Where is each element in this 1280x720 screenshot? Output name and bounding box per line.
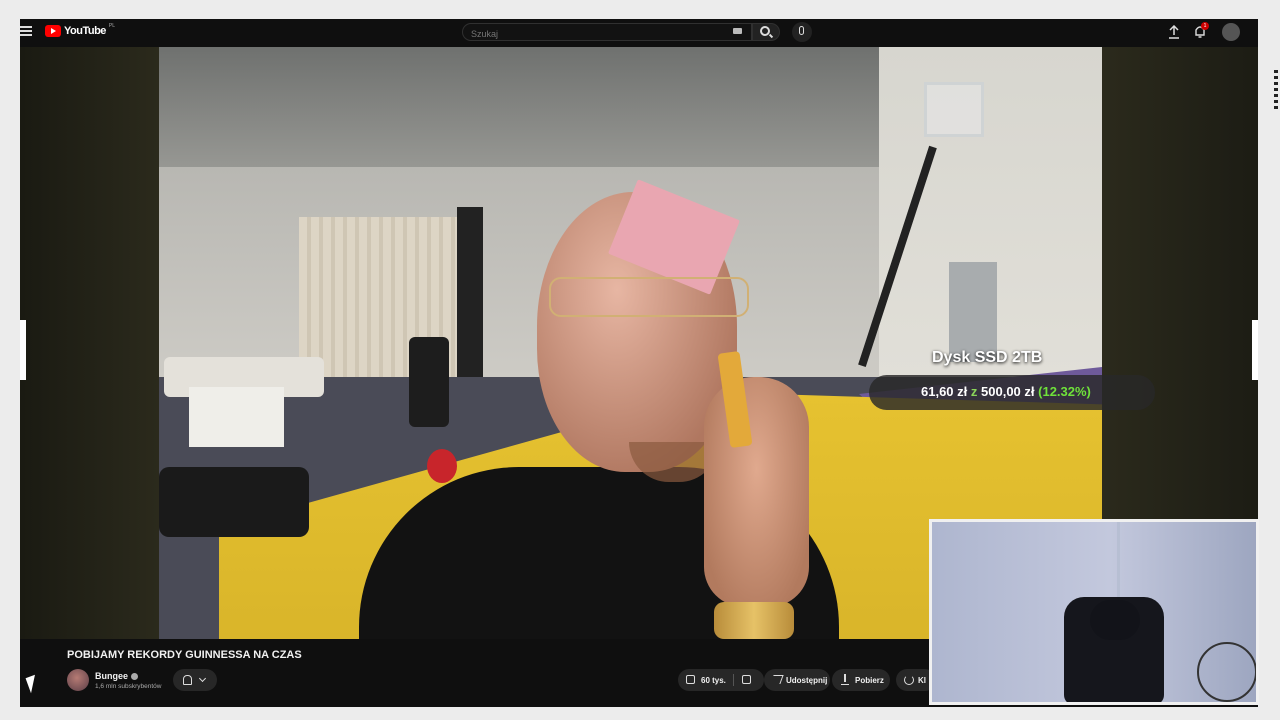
share-icon [770,675,784,684]
thumbs-down-icon[interactable] [742,675,751,684]
donation-goal-title: Dysk SSD 2TB [932,349,1043,366]
youtube-play-icon [45,25,61,37]
glasses [549,277,749,317]
notification-badge: 1 [1201,22,1209,30]
gold-watch [714,602,794,639]
webcam-overlay [929,519,1259,705]
subscription-bell-button[interactable] [173,669,217,691]
red-balloon [427,449,457,483]
scene-door [949,262,997,362]
scene-bag [159,467,309,537]
voice-search-button[interactable] [792,22,812,42]
mic-icon [799,26,804,35]
right-edge-handle [1252,320,1258,380]
scene-table [189,387,284,447]
menu-icon[interactable] [20,26,32,36]
download-button[interactable]: Pobierz [832,669,890,691]
clip-label: Kl [918,676,926,685]
bell-icon [183,675,192,685]
donation-goal-amounts: 61,60 zł z 500,00 zł (12.32%) [921,384,1091,399]
upload-icon[interactable] [1168,25,1180,39]
blur-side-left [20,47,159,639]
top-bar: YouTube PL 1 [20,19,1258,47]
download-icon [841,674,849,685]
scene-office-chair [409,337,449,427]
like-dislike-group: 60 tys. [678,669,764,691]
video-title: POBIJAMY REKORDY GUINNESSA NA CZAS [67,649,302,661]
goal-raised: 61,60 zł [921,384,968,399]
search-input[interactable] [463,26,751,42]
logo-text: YouTube [64,25,106,37]
download-label: Pobierz [855,676,884,685]
scroll-indicator [1274,70,1278,110]
chevron-down-icon [198,674,207,683]
user-avatar[interactable] [1222,23,1240,41]
search-icon[interactable] [760,26,770,36]
share-button[interactable]: Udostępnij [764,669,830,691]
thumbs-up-icon[interactable] [686,675,695,684]
bicycle-wheel [1197,642,1256,702]
goal-separator: z [970,384,978,399]
goal-target: 500,00 zł [981,384,1035,399]
like-divider [733,674,734,686]
scissors-icon [904,675,914,685]
stream-frame: YouTube PL 1 [0,0,1280,720]
verified-icon [131,673,139,681]
channel-avatar[interactable] [67,669,89,691]
subscriber-count: 1,6 mln subskrybentów [95,683,162,690]
logo-country: PL [108,23,116,29]
channel-name[interactable]: Bungee [95,671,139,681]
channel-name-text[interactable]: Bungee [95,671,128,681]
goal-percent: (12.32%) [1038,384,1091,399]
keyboard-icon[interactable] [733,28,742,34]
left-edge-handle [20,320,26,380]
basketball-backboard [924,82,984,137]
gaming-chair-headrest [1090,600,1140,640]
share-label: Udostępnij [786,676,828,685]
search-box [462,23,752,42]
like-count[interactable]: 60 tys. [701,676,726,685]
person-hand [704,377,809,607]
youtube-logo[interactable]: YouTube PL [45,23,116,37]
